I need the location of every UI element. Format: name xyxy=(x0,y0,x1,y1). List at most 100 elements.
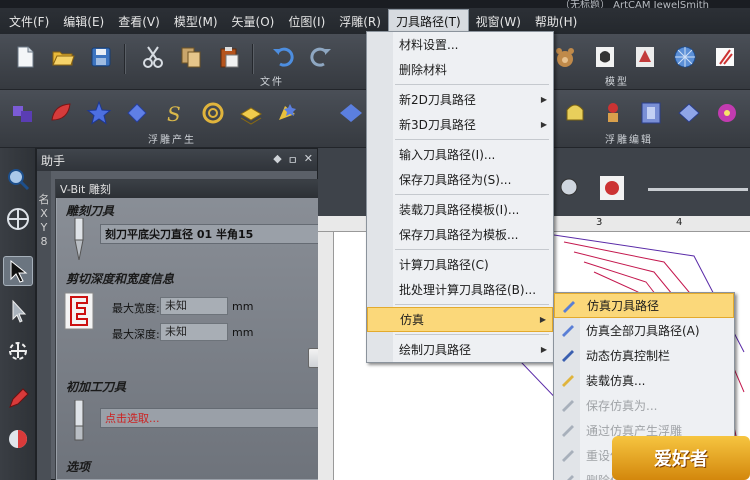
model-grid-icon[interactable] xyxy=(710,42,740,72)
reset-sim-icon xyxy=(560,448,576,462)
max-depth-unit: mm xyxy=(232,326,254,339)
assistant-title: 助手 xyxy=(41,153,66,168)
globe-icon[interactable] xyxy=(3,204,33,234)
svg-text:S: S xyxy=(167,102,181,126)
sphere-model-icon[interactable] xyxy=(670,42,700,72)
view-preview-icon[interactable] xyxy=(600,176,624,200)
rough-section-heading: 初加工刀具 xyxy=(66,380,127,394)
menu-separator xyxy=(395,194,549,195)
menu-item[interactable]: 编辑(E) xyxy=(56,10,111,33)
vertical-ruler xyxy=(318,232,334,480)
save-icon[interactable] xyxy=(86,42,116,72)
left-toolbar xyxy=(0,148,36,480)
simulate-all-icon xyxy=(560,323,576,337)
menu-item[interactable]: 刀具路径(T) xyxy=(387,8,469,34)
toolpath-menu-item[interactable]: 计算刀具路径(C) xyxy=(367,252,553,277)
menu-item[interactable]: 位图(I) xyxy=(281,10,332,33)
cut-icon[interactable] xyxy=(138,42,168,72)
toolpath-menu-item[interactable]: 新3D刀具路径 ▶ xyxy=(367,112,553,137)
menu-item[interactable]: 模型(M) xyxy=(167,10,225,33)
ruler-tick: 4 xyxy=(676,217,683,228)
menu-item[interactable]: 帮助(H) xyxy=(528,10,584,33)
menu-item[interactable]: 查看(V) xyxy=(111,10,167,33)
toolpath-menu-item[interactable]: 输入刀具路径(I)... xyxy=(367,142,553,167)
model-group-caption: 模型 xyxy=(605,77,629,88)
relief-leaf-icon[interactable] xyxy=(46,98,76,128)
max-width-field: 未知 xyxy=(160,297,228,315)
assistant-panel: 助手 ◆ ㅁ ✕ 名 X Y 8 V-Bit 雕刻 雕刻刀具 刻刀平底尖刀直径 … xyxy=(36,148,362,480)
vbit-title: V-Bit 雕刻 xyxy=(56,180,350,198)
zoom-icon[interactable] xyxy=(3,164,33,194)
transform-icon[interactable] xyxy=(3,336,33,366)
redo-icon[interactable] xyxy=(306,42,336,72)
delete-sim-icon xyxy=(560,473,576,480)
relief-figure-icon[interactable] xyxy=(598,98,628,128)
menu-item[interactable]: 文件(F) xyxy=(2,10,56,33)
relief-blocks-icon[interactable] xyxy=(8,98,38,128)
relief-star-icon[interactable] xyxy=(84,98,114,128)
relief-frame-icon[interactable] xyxy=(636,98,666,128)
pen-icon[interactable] xyxy=(3,384,33,414)
relief-sparkle-icon[interactable] xyxy=(274,98,304,128)
relief-bell-icon[interactable] xyxy=(560,98,590,128)
menu-item-label: 删除材料 xyxy=(399,63,448,77)
close-icon[interactable]: ✕ xyxy=(304,152,313,168)
ruler-tick: 3 xyxy=(596,217,603,228)
menu-item[interactable]: 矢量(O) xyxy=(225,10,282,33)
toolpath-menu-item[interactable]: 材料设置... xyxy=(367,32,553,57)
relief-prism-icon[interactable] xyxy=(674,98,704,128)
relief-diamond-icon[interactable] xyxy=(336,98,366,128)
menu-item[interactable]: 视窗(W) xyxy=(469,10,528,33)
open-folder-icon[interactable] xyxy=(48,42,78,72)
toolpath-menu-item[interactable]: 保存刀具路径为(S)... xyxy=(367,167,553,192)
toolpath-menu-item[interactable]: 装载刀具路径模板(I)... xyxy=(367,197,553,222)
dynamic-sim-icon xyxy=(560,348,576,362)
toolpath-menu-item[interactable]: 仿真 ▶ xyxy=(367,307,553,332)
shaded-model-icon[interactable] xyxy=(630,42,660,72)
title-bar: （无标题） ArtCAM JewelSmith xyxy=(0,0,750,11)
node-edit-icon[interactable] xyxy=(3,296,33,326)
simulate-menu-item[interactable]: 动态仿真控制栏 xyxy=(554,343,734,368)
submenu-arrow-icon: ▶ xyxy=(540,95,547,104)
simulate-menu-item: 保存仿真为... xyxy=(554,393,734,418)
menu-item-label: 保存刀具路径为模板... xyxy=(399,228,519,242)
menu-item-label: 计算刀具路径(C) xyxy=(399,258,489,272)
menu-item-label: 绘制刀具路径 xyxy=(399,343,472,357)
options-section-heading: 选项 xyxy=(66,460,91,474)
float-icon[interactable]: ㅁ xyxy=(288,152,298,168)
menu-item-label: 动态仿真控制栏 xyxy=(586,349,671,363)
undo-icon[interactable] xyxy=(268,42,298,72)
menu-item[interactable]: 浮雕(R) xyxy=(332,10,388,33)
relief-layers-icon[interactable] xyxy=(236,98,266,128)
paste-icon[interactable] xyxy=(214,42,244,72)
simulate-menu-item[interactable]: 仿真全部刀具路径(A) xyxy=(554,318,734,343)
menu-separator xyxy=(395,139,549,140)
toolpath-menu-item[interactable]: 删除材料 xyxy=(367,57,553,82)
relief-knot-icon[interactable] xyxy=(198,98,228,128)
select-pointer-icon[interactable] xyxy=(3,256,33,286)
simulate-menu-item[interactable]: 装载仿真... xyxy=(554,368,734,393)
app-window: （无标题） ArtCAM JewelSmith 文件(F) 编辑(E) 查看(V) 模… xyxy=(0,0,750,480)
vbit-tool-icon xyxy=(70,217,88,261)
paint-icon[interactable] xyxy=(3,424,33,454)
submenu-arrow-icon: ▶ xyxy=(540,345,547,354)
toolpath-menu-item[interactable]: 保存刀具路径为模板... xyxy=(367,222,553,247)
new-file-icon[interactable] xyxy=(10,42,40,72)
relief-script-icon[interactable]: S xyxy=(160,98,190,128)
face-model-icon[interactable] xyxy=(590,42,620,72)
toolpath-menu-item[interactable]: 绘制刀具路径 ▶ xyxy=(367,337,553,362)
simulate-menu-item[interactable]: 仿真刀具路径 xyxy=(554,293,734,318)
toolpath-menu-item[interactable]: 新2D刀具路径 ▶ xyxy=(367,87,553,112)
menu-item-label: 输入刀具路径(I)... xyxy=(399,148,496,162)
teddy-model-icon[interactable] xyxy=(550,42,580,72)
watermark-logo: 爱好者 xyxy=(612,436,750,480)
relief-flower-icon[interactable] xyxy=(712,98,742,128)
toolpath-menu: 材料设置... 删除材料新2D刀具路径 ▶ 新3D刀具路径 ▶ 输入刀具路径(I)... 保… xyxy=(366,31,554,363)
pin-icon[interactable]: ◆ xyxy=(273,152,281,168)
toolpath-menu-item[interactable]: 批处理计算刀具路径(B)... xyxy=(367,277,553,302)
relief-arrow-icon[interactable] xyxy=(122,98,152,128)
zoom-slider[interactable] xyxy=(648,188,748,191)
rough-tool-value: 点击选取... xyxy=(105,412,160,425)
copy-icon[interactable] xyxy=(176,42,206,72)
zoom-fit-icon[interactable] xyxy=(558,176,580,198)
